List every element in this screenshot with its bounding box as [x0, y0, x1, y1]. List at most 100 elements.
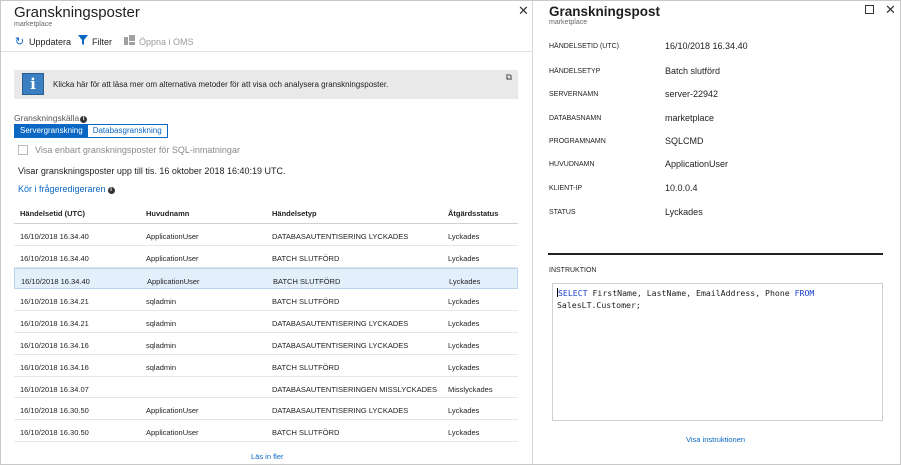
server-audit-option[interactable]: Servergranskning: [15, 125, 88, 137]
field-value: marketplace: [665, 113, 715, 123]
field-label: HUVUDNAMN: [549, 161, 595, 168]
cell-action-status: Lyckades: [448, 362, 480, 372]
toolbar: ↻ Uppdatera Filter Öppna i OMS: [1, 32, 533, 52]
blade-title: Granskningsposter: [14, 4, 140, 21]
field-label: HÄNDELSETID (UTC): [549, 43, 620, 50]
sql-statement-box[interactable]: SELECT FirstName, LastName, EmailAddress…: [552, 283, 883, 421]
table-row[interactable]: 16/10/2018 16.34.40 ApplicationUser BATCH …: [14, 246, 518, 268]
cell-action-status: Lyckades: [448, 297, 480, 307]
blade-subtitle: marketplace: [14, 21, 53, 28]
cell-action-status: Lyckades: [448, 319, 480, 329]
table-row[interactable]: 16/10/2018 16.30.50 ApplicationUser BATCH …: [14, 420, 518, 442]
info-icon: i: [22, 73, 44, 95]
load-more-link[interactable]: Läs in fler: [251, 452, 284, 461]
sql-keyword-select: SELECT: [558, 288, 588, 298]
query-editor-link-text[interactable]: Kör i frågeredigeraren: [18, 184, 106, 194]
cell-principal: ApplicationUser: [146, 253, 199, 263]
info-banner[interactable]: i Klicka här för att läsa mer om alterna…: [14, 70, 518, 99]
cell-action-status: Lyckades: [448, 340, 480, 350]
filter-label: Filter: [92, 36, 112, 47]
field-value: SQLCMD: [665, 136, 704, 146]
close-icon[interactable]: ✕: [518, 4, 529, 17]
cell-event-time: 16/10/2018 16.34.21: [20, 297, 89, 307]
table-row[interactable]: 16/10/2018 16.34.16 sqladmin BATCH SLUTFÖR…: [14, 355, 518, 377]
checkbox[interactable]: [18, 145, 28, 155]
info-banner-text: Klicka här för att läsa mer om alternati…: [53, 80, 389, 89]
table-row[interactable]: 16/10/2018 16.34.21 sqladmin DATABASAUTENT…: [14, 311, 518, 333]
show-instruction-link[interactable]: Visa instruktionen: [686, 435, 745, 444]
filter-icon: [77, 35, 88, 48]
detail-subtitle: marketplace: [549, 19, 588, 26]
column-header-event-type[interactable]: Händelsetyp: [272, 209, 317, 218]
field-value: 10.0.0.4: [665, 183, 698, 193]
cell-event-type: DATABASAUTENTISERINGEN MISSLYCKADES: [272, 384, 438, 394]
cell-action-status: Lyckades: [448, 428, 480, 438]
audit-record-detail-blade: Granskningspost marketplace ✕ HÄNDELSETI…: [534, 1, 900, 464]
cell-event-type: DATABASAUTENTISERING LYCKADES: [272, 232, 409, 241]
field-label: SERVERNAMN: [549, 91, 599, 98]
column-header-action-status[interactable]: Åtgärdsstatus: [448, 209, 498, 218]
info-tooltip-icon[interactable]: i: [107, 187, 115, 194]
table-row[interactable]: 16/10/2018 16.34.07 DATABASAUTENTISERINGE…: [14, 377, 518, 399]
sql-injection-filter[interactable]: Visa enbart granskningsposter för SQL-in…: [18, 145, 240, 155]
database-audit-option[interactable]: Databasgranskning: [87, 125, 167, 137]
cell-action-status: Lyckades: [448, 253, 480, 263]
grid-body: 16/10/2018 16.34.40 ApplicationUser DATABA…: [14, 224, 518, 442]
sql-table: SalesLT.Customer;: [557, 300, 641, 310]
audit-records-grid: Händelsetid (UTC) Huvudnamn Händelsetyp …: [14, 202, 518, 442]
field-label: KLIENT-IP: [549, 185, 583, 192]
maximize-icon[interactable]: [865, 5, 874, 14]
cell-principal: ApplicationUser: [146, 406, 199, 416]
table-row[interactable]: 16/10/2018 16.34.40 ApplicationUser BATCH …: [14, 267, 518, 290]
refresh-label: Uppdatera: [29, 36, 72, 47]
cell-principal: sqladmin: [146, 340, 177, 350]
filter-button[interactable]: Filter: [77, 35, 112, 48]
cell-event-time: 16/10/2018 16.34.16: [20, 340, 89, 350]
refresh-icon: ↻: [14, 36, 25, 48]
column-header-principal[interactable]: Huvudnamn: [146, 209, 189, 218]
audit-source-text: Granskningskälla: [14, 113, 80, 123]
field-label: DATABASNAMN: [549, 115, 602, 122]
refresh-button[interactable]: ↻ Uppdatera: [14, 35, 71, 48]
grid-header: Händelsetid (UTC) Huvudnamn Händelsetyp …: [14, 202, 518, 224]
sql-keyword-from: FROM: [794, 288, 815, 298]
external-link-icon[interactable]: ⧉: [506, 72, 512, 83]
close-icon[interactable]: ✕: [885, 3, 896, 16]
column-header-event-time[interactable]: Händelsetid (UTC): [20, 209, 85, 218]
cell-event-time: 16/10/2018 16.34.21: [20, 319, 89, 329]
cell-event-type: DATABASAUTENTISERING LYCKADES: [272, 319, 409, 329]
detail-title: Granskningspost: [549, 4, 661, 19]
section-divider: [548, 253, 883, 255]
cell-principal: ApplicationUser: [146, 232, 199, 241]
table-row[interactable]: 16/10/2018 16.30.50 ApplicationUser DATABA…: [14, 398, 518, 421]
field-label: PROGRAMNAMN: [549, 138, 606, 145]
cell-principal: ApplicationUser: [147, 276, 200, 286]
showing-records-text: Visar granskningsposter upp till tis. 16…: [18, 166, 286, 176]
info-tooltip-icon[interactable]: i: [80, 116, 88, 123]
cell-event-type: BATCH SLUTFÖRD: [272, 428, 340, 438]
cell-event-type: DATABASAUTENTISERING LYCKADES: [272, 340, 409, 350]
cell-event-time: 16/10/2018 16.34.07: [20, 384, 89, 394]
cell-event-type: BATCH SLUTFÖRD: [272, 362, 340, 372]
table-row[interactable]: 16/10/2018 16.34.21 sqladmin BATCH SLUTFÖR…: [14, 289, 518, 312]
cell-principal: ApplicationUser: [146, 428, 199, 438]
cell-event-time: 16/10/2018 16.30.50: [20, 406, 89, 416]
audit-source-toggle: Servergranskning Databasgranskning: [14, 124, 168, 138]
cell-event-time: 16/10/2018 16.34.40: [20, 232, 89, 241]
field-value: Batch slutförd: [665, 66, 721, 76]
cell-action-status: Misslyckades: [448, 384, 493, 394]
field-label: HÄNDELSETYP: [549, 68, 601, 75]
table-row[interactable]: 16/10/2018 16.34.16 sqladmin DATABASAUTENT…: [14, 333, 518, 355]
instruction-label: INSTRUKTION: [549, 267, 597, 274]
field-value: server-22942: [665, 89, 719, 99]
cell-event-type: BATCH SLUTFÖRD: [272, 297, 340, 307]
cell-principal: sqladmin: [146, 362, 177, 372]
cell-event-type: BATCH SLUTFÖRD: [273, 276, 341, 286]
cell-event-type: BATCH SLUTFÖRD: [272, 253, 340, 263]
open-in-oms-button[interactable]: Öppna i OMS: [124, 35, 194, 48]
query-editor-link[interactable]: Kör i frågeredigeraren i: [18, 184, 115, 194]
cell-event-time: 16/10/2018 16.30.50: [20, 428, 89, 438]
table-row[interactable]: 16/10/2018 16.34.40 ApplicationUser DATABA…: [14, 224, 518, 246]
field-value: Lyckades: [665, 207, 703, 217]
cell-event-time: 16/10/2018 16.34.16: [20, 362, 89, 372]
